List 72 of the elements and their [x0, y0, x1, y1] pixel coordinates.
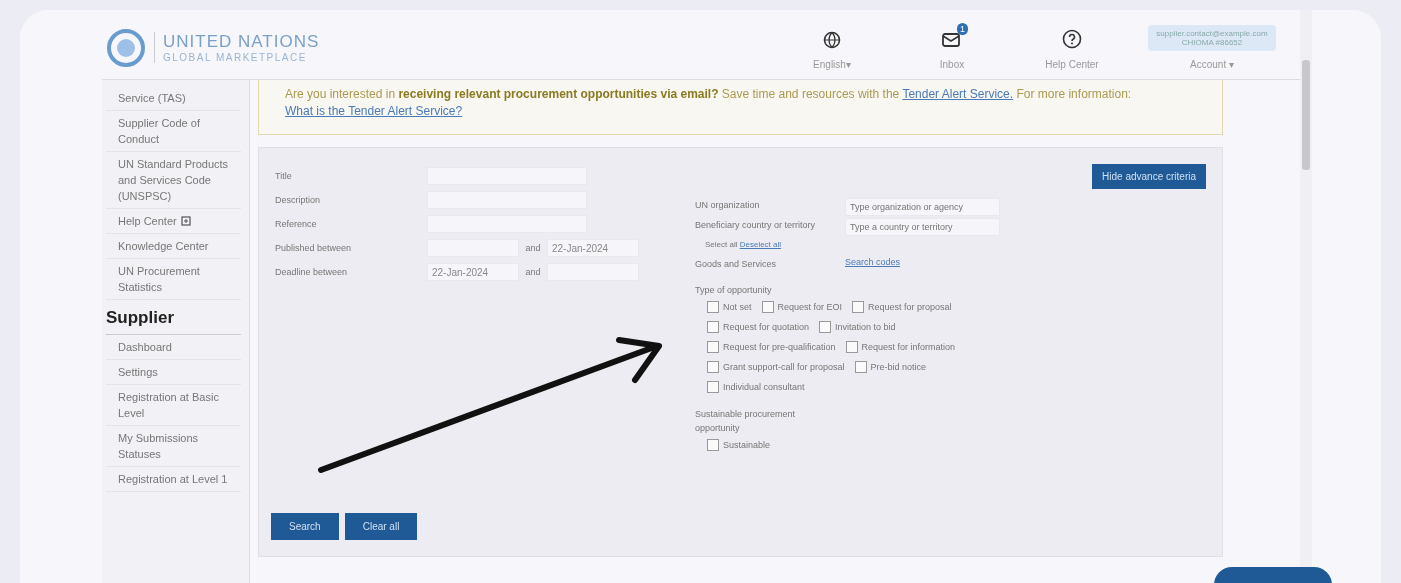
- select-all-text: Select all: [705, 240, 738, 249]
- checkbox-label: Request for EOI: [777, 302, 843, 312]
- search-codes-link[interactable]: Search codes: [845, 257, 901, 267]
- checkbox[interactable]: [761, 301, 774, 313]
- organization-field[interactable]: Type organization or agency: [845, 198, 1000, 216]
- country-field[interactable]: Type a country or territory: [845, 218, 1000, 236]
- sidebar-item[interactable]: My Submissions Statuses: [118, 430, 229, 462]
- sidebar-item[interactable]: Service (TAS): [118, 90, 186, 106]
- sidebar-item[interactable]: Registration at Basic Level: [118, 389, 229, 421]
- sidebar-item[interactable]: Settings: [118, 364, 158, 380]
- field-label: UN organization: [695, 199, 761, 212]
- checkbox[interactable]: [707, 301, 719, 313]
- checkbox[interactable]: [707, 341, 719, 353]
- emblem-icon: [106, 27, 146, 68]
- field-label: Description: [275, 195, 322, 205]
- sidebar-item[interactable]: UN Standard Products and Services Code (UNSPSC): [118, 156, 229, 204]
- hide-criteria-button[interactable]: Hide advance criteria: [1092, 164, 1206, 189]
- sidebar-item[interactable]: Help Center: [118, 213, 177, 229]
- sidebar-item[interactable]: Dashboard: [118, 339, 172, 355]
- sidebar-heading: Supplier: [106, 300, 241, 335]
- checkbox-label: Request for proposal: [868, 302, 952, 312]
- date-field[interactable]: 22-Jan-2024: [427, 263, 519, 281]
- nav-link[interactable]: English▾: [813, 59, 851, 70]
- field-label: Reference: [275, 219, 318, 229]
- help-icon[interactable]: [1062, 29, 1082, 49]
- checkbox[interactable]: [819, 321, 832, 333]
- section-label: Type of opportunity: [695, 284, 773, 297]
- checkbox[interactable]: [845, 341, 858, 353]
- account-badge[interactable]: supplier.contact@example.com CHIOMA #86652: [1148, 25, 1276, 51]
- field-label: Title: [275, 171, 293, 181]
- envelope-icon[interactable]: [942, 31, 962, 47]
- checkbox-label: Sustainable: [723, 440, 771, 450]
- sidebar-item[interactable]: Knowledge Center: [118, 238, 209, 254]
- field-label: Beneficiary country or territory: [695, 219, 817, 232]
- logo-subtitle: GLOBAL MARKETPLACE: [163, 52, 308, 63]
- section-label: Sustainable procurement opportunity: [695, 408, 797, 435]
- account-menu[interactable]: Account ▾: [1190, 59, 1234, 70]
- checkbox-label: Request for pre-qualification: [723, 342, 836, 352]
- nav-link[interactable]: Help Center: [1045, 59, 1099, 70]
- date-field[interactable]: 22-Jan-2024: [547, 239, 639, 257]
- deselect-link[interactable]: Deselect all: [739, 240, 782, 249]
- sidebar-item[interactable]: Supplier Code of Conduct: [118, 115, 229, 147]
- banner-text: Are you interested in receiving relevant procurement opportunities via email? Save time and resources with the Tender Alert Service. For more information: What is the Tender Alert Service?: [285, 86, 1133, 120]
- search-button[interactable]: Search: [271, 513, 339, 540]
- checkbox[interactable]: [852, 301, 865, 313]
- checkbox-label: Invitation to bid: [835, 322, 896, 332]
- field-label: Published between: [275, 243, 353, 253]
- sidebar-item[interactable]: UN Procurement Statistics: [118, 263, 229, 295]
- field-label: Deadline between: [275, 267, 349, 277]
- clear-button[interactable]: Clear all: [344, 513, 418, 540]
- nav-link[interactable]: Inbox: [939, 59, 965, 70]
- checkbox-label: Grant support-call for proposal: [723, 362, 845, 372]
- field-label: Goods and Services: [695, 258, 778, 271]
- checkbox-label: Request for information: [861, 342, 956, 352]
- globe-icon[interactable]: [823, 31, 841, 49]
- checkbox-label: Not set: [723, 302, 752, 312]
- checkbox[interactable]: [707, 321, 719, 333]
- checkbox[interactable]: [707, 361, 719, 373]
- sidebar-item[interactable]: Registration at Level 1: [118, 471, 228, 487]
- banner-link[interactable]: What is the Tender Alert Service?: [285, 104, 463, 118]
- scrollbar-thumb[interactable]: [1302, 60, 1310, 170]
- checkbox-label: Individual consultant: [723, 382, 805, 392]
- count-badge: 1: [957, 23, 968, 35]
- checkbox[interactable]: [707, 439, 719, 451]
- checkbox-label: Request for quotation: [723, 322, 810, 332]
- and-label: and: [524, 267, 542, 277]
- checkbox-label: Pre-bid notice: [870, 362, 927, 372]
- logo-title: UNITED NATIONS: [163, 32, 320, 52]
- banner-link[interactable]: Tender Alert Service.: [902, 87, 1014, 101]
- checkbox[interactable]: [854, 361, 867, 373]
- and-label: and: [524, 243, 542, 253]
- checkbox[interactable]: [707, 381, 719, 393]
